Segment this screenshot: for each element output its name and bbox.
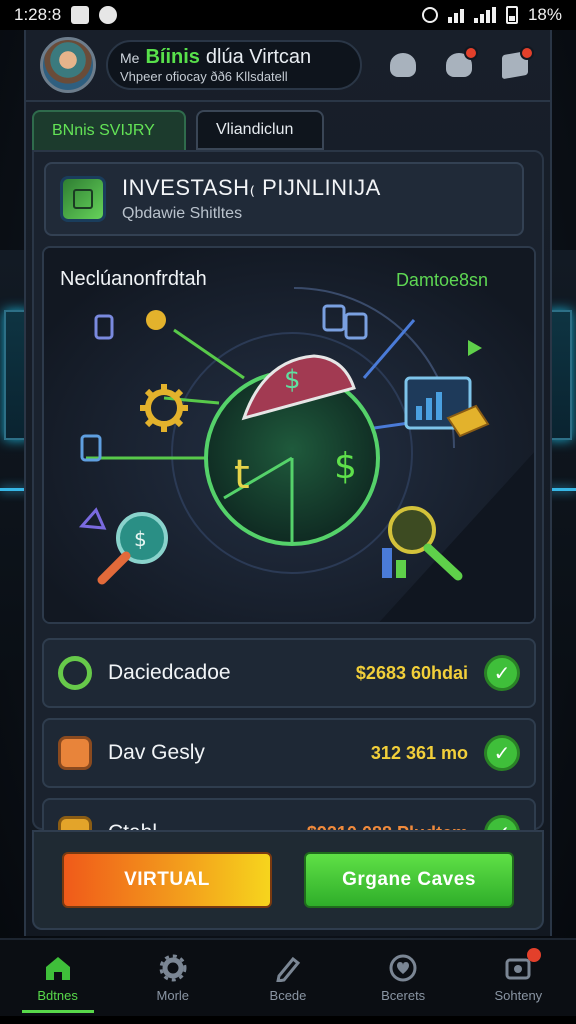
- list-item[interactable]: Daciedcadoe $2683 60hdai ✓: [42, 638, 536, 708]
- row-value: 312 361 mo: [370, 742, 468, 763]
- mail-icon[interactable]: [500, 46, 534, 80]
- notification-icon: [71, 6, 90, 24]
- profile-name: dlúa Virtcan: [205, 46, 312, 68]
- row-name: Dav Gesly: [108, 741, 205, 764]
- nav-label: Bdtnes: [37, 987, 78, 1003]
- notification-badge: [527, 947, 542, 962]
- home-indicator-bar: [0, 1016, 576, 1024]
- hero-illustration: $ t $ $ Neclúanonfrdtah Damtoe8sn: [42, 246, 536, 624]
- profile-pill[interactable]: Me Bíinis dlúa Virtcan Vhpeer ofiocay ðð…: [106, 40, 362, 90]
- battery-percent: 18%: [527, 5, 562, 24]
- profile-name-highlight: Bíinis: [145, 46, 200, 68]
- games-button[interactable]: Grgane Caves: [304, 852, 514, 908]
- hero-title: Neclúanonfrdtah: [60, 268, 207, 290]
- status-time: 1:28:8: [14, 5, 62, 24]
- signal-icon: [473, 7, 496, 23]
- nav-label: Bcerets: [381, 987, 426, 1003]
- nav-item-home[interactable]: Bdtnes: [13, 954, 103, 1013]
- tab-bnnis-sviry[interactable]: BNnis SVIJRY: [32, 110, 186, 150]
- gear-icon: [159, 954, 187, 981]
- check-icon[interactable]: ✓: [484, 735, 520, 771]
- battery-icon: [505, 6, 518, 24]
- nav-item-inbox[interactable]: Sohteny: [473, 947, 563, 1003]
- app-notification-icon: [99, 6, 118, 24]
- finance-illustration: $ t $ $: [44, 248, 534, 622]
- tab-bar: BNnis SVIJRY Vliandiclun: [32, 110, 324, 150]
- invest-title: INVESTASH₍ PIJNLINIJA: [122, 175, 381, 200]
- search-icon: [58, 656, 92, 690]
- cube-icon: [60, 176, 106, 222]
- avatar[interactable]: [40, 37, 96, 93]
- action-bar: VIRTUAL Grgane Caves: [32, 830, 544, 930]
- home-icon: [45, 956, 70, 980]
- wallet-icon: [58, 736, 92, 770]
- content-panel: INVESTASH₍ PIJNLINIJA Qbdawie Shitltes $…: [32, 150, 544, 868]
- pencil-icon: [276, 956, 301, 982]
- bell-icon[interactable]: [444, 46, 478, 80]
- row-value: $2683 60hdai: [355, 662, 468, 683]
- wifi-icon: [447, 7, 464, 23]
- svg-text:t: t: [234, 452, 250, 498]
- bottom-nav: Bdtnes Morle Bcede Bcerets Sohteny: [0, 938, 576, 1016]
- profile-prefix: Me: [120, 50, 140, 66]
- invest-subtitle: Qbdawie Shitltes: [122, 205, 243, 222]
- tab-vliandiclun[interactable]: Vliandiclun: [196, 110, 324, 150]
- virtual-button[interactable]: VIRTUAL: [62, 852, 272, 908]
- status-bar: 1:28:8 18%: [0, 0, 576, 30]
- nav-label: Bcede: [269, 987, 307, 1003]
- heart-icon: [389, 954, 417, 981]
- check-icon[interactable]: ✓: [484, 655, 520, 691]
- nav-item-edit[interactable]: Bcede: [243, 954, 333, 1003]
- profile-subtitle: Vhpeer ofiocay ðð6 Kllsdatell: [120, 69, 288, 84]
- svg-text:$: $: [334, 446, 357, 487]
- nav-item-settings[interactable]: Morle: [128, 954, 218, 1003]
- nav-label: Sohteny: [494, 987, 543, 1003]
- notification-badge: [520, 46, 534, 60]
- svg-text:$: $: [134, 527, 147, 551]
- list-item[interactable]: Dav Gesly 312 361 mo ✓: [42, 718, 536, 788]
- invest-card[interactable]: INVESTASH₍ PIJNLINIJA Qbdawie Shitltes: [44, 162, 524, 236]
- app-frame: Me Bíinis dlúa Virtcan Vhpeer ofiocay ðð…: [24, 30, 552, 936]
- svg-text:$: $: [284, 365, 301, 395]
- notification-badge: [464, 46, 478, 60]
- alarm-icon: [421, 7, 438, 23]
- hero-label: Damtoe8sn: [395, 270, 488, 290]
- active-indicator: [21, 1009, 94, 1013]
- nav-label: Morle: [156, 987, 190, 1003]
- nav-item-favorites[interactable]: Bcerets: [358, 954, 448, 1003]
- header: Me Bíinis dlúa Virtcan Vhpeer ofiocay ðð…: [26, 30, 550, 102]
- row-name: Daciedcadoe: [108, 661, 231, 684]
- user-icon[interactable]: [388, 50, 418, 80]
